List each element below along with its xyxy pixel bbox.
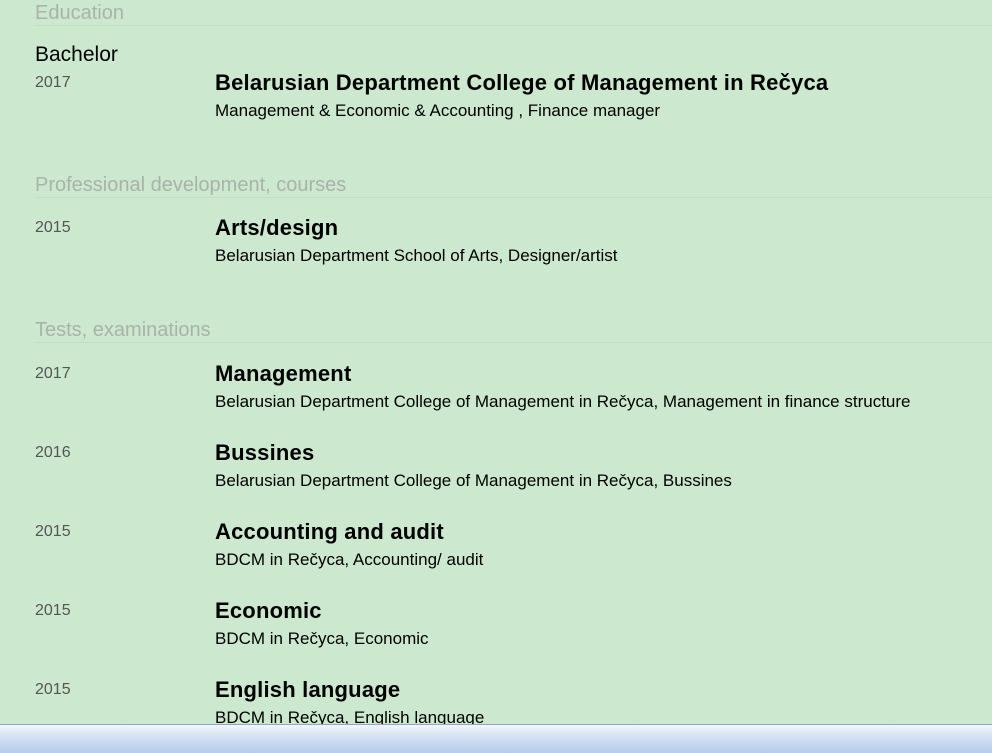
entry-description: BDCM in Rečyca, English language bbox=[215, 708, 485, 724]
taskbar[interactable] bbox=[0, 724, 992, 753]
education-entry: 2017 Belarusian Department College of Ma… bbox=[0, 69, 992, 139]
test-entry: 2015 Economic BDCM in Rečyca, Economic bbox=[0, 597, 992, 667]
entry-description: Belarusian Department School of Arts, De… bbox=[215, 246, 618, 265]
section-divider bbox=[35, 342, 992, 343]
entry-description: BDCM in Rečyca, Accounting/ audit bbox=[215, 550, 484, 569]
entry-title: Belarusian Department College of Managem… bbox=[215, 70, 829, 95]
test-entry: 2016 Bussines Belarusian Department Coll… bbox=[0, 439, 992, 509]
entry-year: 2017 bbox=[35, 365, 71, 382]
resume-page: Education Bachelor 2017 Belarusian Depar… bbox=[0, 0, 992, 724]
section-divider bbox=[35, 197, 992, 198]
entry-title: English language bbox=[215, 677, 401, 702]
section-divider bbox=[35, 25, 992, 26]
section-title-courses: Professional development, courses bbox=[35, 174, 347, 196]
test-entry: 2015 Accounting and audit BDCM in Rečyca… bbox=[0, 518, 992, 588]
entry-year: 2017 bbox=[35, 74, 71, 91]
entry-title: Bussines bbox=[215, 440, 315, 465]
section-title-education: Education bbox=[35, 2, 124, 24]
entry-title: Economic bbox=[215, 598, 322, 623]
entry-description: Belarusian Department College of Managem… bbox=[215, 392, 911, 411]
entry-description: Belarusian Department College of Managem… bbox=[215, 471, 732, 490]
course-entry: 2015 Arts/design Belarusian Department S… bbox=[0, 214, 992, 284]
entry-year: 2015 bbox=[35, 523, 71, 540]
test-entry: 2017 Management Belarusian Department Co… bbox=[0, 360, 992, 430]
entry-title: Management bbox=[215, 361, 352, 386]
entry-description: BDCM in Rečyca, Economic bbox=[215, 629, 429, 648]
entry-description: Management & Economic & Accounting , Fin… bbox=[215, 101, 661, 120]
entry-year: 2015 bbox=[35, 219, 71, 236]
degree-label: Bachelor bbox=[35, 43, 118, 66]
entry-year: 2015 bbox=[35, 602, 71, 619]
section-title-tests: Tests, examinations bbox=[35, 319, 211, 341]
test-entry: 2015 English language BDCM in Rečyca, En… bbox=[0, 676, 992, 724]
entry-year: 2016 bbox=[35, 444, 71, 461]
entry-title: Accounting and audit bbox=[215, 519, 444, 544]
entry-title: Arts/design bbox=[215, 215, 339, 240]
entry-year: 2015 bbox=[35, 681, 71, 698]
